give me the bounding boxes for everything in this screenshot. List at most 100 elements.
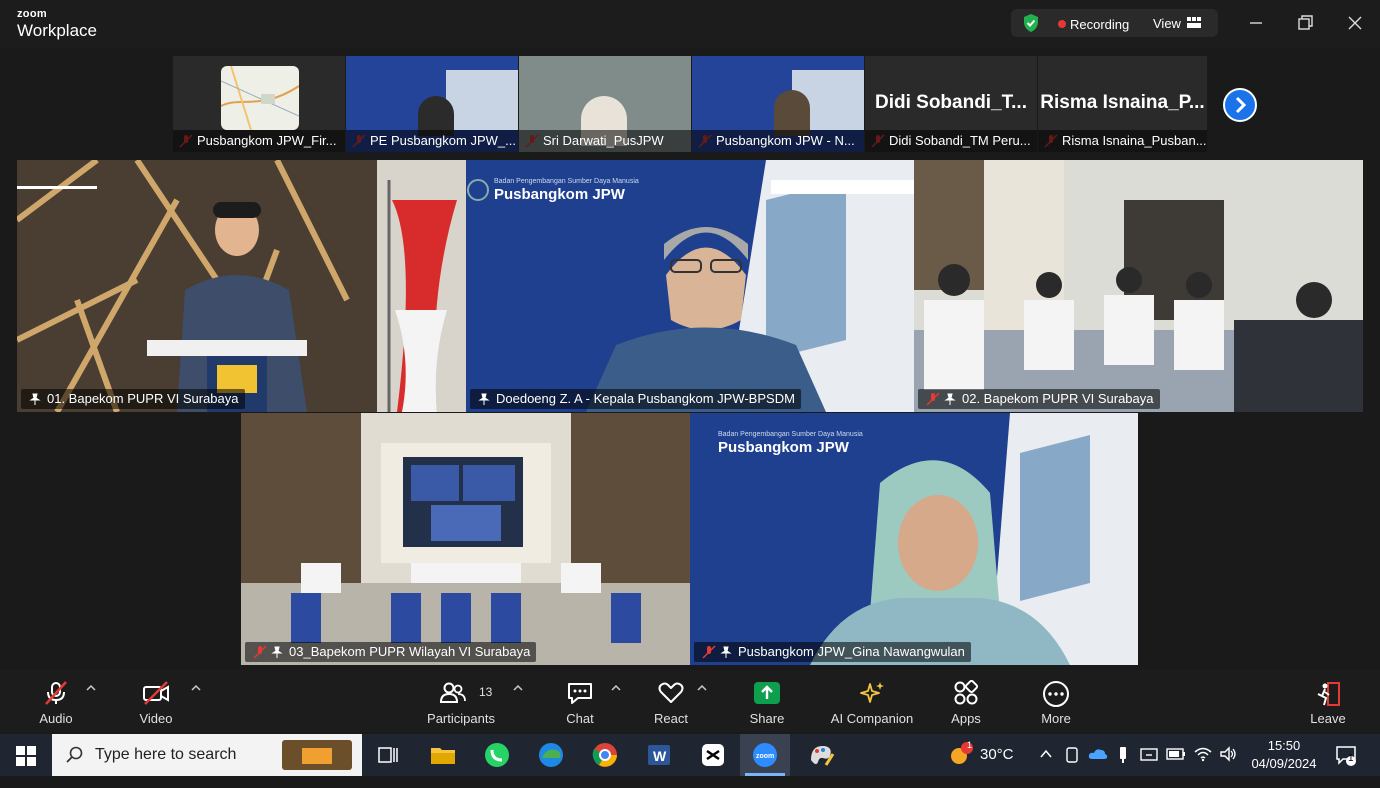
paint-icon[interactable] [806, 740, 836, 770]
wall-pattern [17, 160, 466, 412]
chat-icon [568, 683, 592, 704]
zoom-taskbar-active[interactable]: zoom [740, 734, 790, 776]
participant-name: 03_Bapekom PUPR Wilayah VI Surabaya [289, 644, 531, 659]
participant-name: Pusbangkom JPW_Gina Nawangwulan [738, 644, 965, 659]
task-view-icon[interactable] [373, 740, 403, 770]
video-tile-active-speaker[interactable]: 01. Bapekom PUPR VI Surabaya [17, 160, 466, 412]
capcut-icon[interactable] [698, 740, 728, 770]
chat-options-chevron-icon[interactable] [611, 684, 621, 692]
taskbar-search-box[interactable]: Type here to search [52, 734, 362, 776]
next-page-button[interactable] [1223, 88, 1257, 122]
react-options-chevron-icon[interactable] [697, 684, 707, 692]
windows-start-icon[interactable] [16, 746, 36, 766]
chat-button[interactable]: Chat [550, 670, 610, 732]
thumbnail-tile[interactable]: Pusbangkom JPW_Fir... [173, 56, 345, 152]
recording-dot-icon [1058, 20, 1066, 28]
apps-icon [954, 680, 979, 705]
chevron-right-icon [1235, 96, 1247, 114]
whatsapp-icon[interactable] [482, 740, 512, 770]
thumbnail-strip: Pusbangkom JPW_Fir... PE Pusbangkom JPW_… [173, 56, 1207, 152]
muted-mic-icon [45, 681, 67, 705]
slide-title: Pusbangkom JPW [494, 186, 625, 203]
wifi-icon[interactable] [1194, 746, 1212, 762]
recording-view-pill: Recording View [1011, 9, 1218, 37]
taskbar-clock[interactable]: 15:50 04/09/2024 [1244, 737, 1324, 773]
tray-display-icon[interactable] [1140, 747, 1158, 763]
word-icon[interactable]: W [644, 740, 674, 770]
participant-name: Pusbangkom JPW_Fir... [173, 130, 345, 152]
hall-scene [241, 413, 690, 665]
more-label: More [1041, 711, 1071, 726]
edge-icon[interactable] [536, 740, 566, 770]
video-button[interactable]: Video [126, 670, 186, 732]
brand-top: zoom [17, 8, 47, 20]
video-options-chevron-icon[interactable] [191, 684, 201, 692]
map-avatar [220, 65, 300, 131]
leave-label: Leave [1310, 711, 1346, 726]
ai-companion-label: AI Companion [830, 711, 914, 726]
ai-companion-button[interactable]: AI Companion [822, 670, 922, 732]
share-button[interactable]: Share [737, 670, 797, 732]
react-button[interactable]: React [641, 670, 701, 732]
video-tile[interactable]: Badan Pengembangan Sumber Daya Manusia P… [690, 413, 1138, 665]
volume-icon[interactable] [1219, 746, 1237, 762]
pin-icon [271, 646, 283, 658]
audio-options-chevron-icon[interactable] [86, 684, 96, 692]
chrome-icon[interactable] [590, 740, 620, 770]
app-logo: zoom Workplace [17, 8, 97, 40]
thumbnail-tile[interactable]: Sri Darwati_PusJPW [519, 56, 691, 152]
participant-display-name: Didi Sobandi_T... [874, 92, 1027, 113]
onedrive-cloud-icon[interactable] [1088, 747, 1108, 761]
participants-label: Participants [427, 711, 495, 726]
participants-button[interactable]: 13 Participants [421, 670, 501, 732]
audio-button[interactable]: Audio [26, 670, 86, 732]
chat-label: Chat [566, 711, 594, 726]
pin-icon [720, 646, 732, 658]
file-explorer-icon[interactable] [428, 740, 458, 770]
video-tile[interactable]: 02. Bapekom PUPR VI Surabaya [914, 160, 1363, 412]
tray-device-icon[interactable] [1064, 746, 1080, 764]
tray-usb-icon[interactable] [1117, 746, 1129, 764]
slide-subtitle: Badan Pengembangan Sumber Daya Manusia [718, 431, 863, 438]
pin-icon [944, 393, 956, 405]
participant-name: Sri Darwati_PusJPW [519, 130, 691, 152]
battery-icon[interactable] [1166, 748, 1186, 760]
thumbnail-tile[interactable]: Didi Sobandi_T... Didi Sobandi_TM Peru..… [865, 56, 1037, 152]
slide-title: Pusbangkom JPW [718, 439, 849, 456]
recording-label[interactable]: Recording [1070, 17, 1129, 32]
participant-name: 02. Bapekom PUPR VI Surabaya [962, 391, 1154, 406]
participant-name: Didi Sobandi_TM Peru... [865, 130, 1037, 152]
thumbnail-tile[interactable]: Pusbangkom JPW - N... [692, 56, 864, 152]
shield-check-icon[interactable] [1021, 13, 1041, 33]
close-icon[interactable] [1344, 12, 1366, 34]
leave-button[interactable]: Leave [1298, 670, 1358, 732]
weather-temperature[interactable]: 30°C [980, 746, 1014, 788]
notification-count: 1 [1348, 753, 1354, 764]
participant-name: Risma Isnaina_Pusban... [1038, 130, 1207, 152]
zoom-app-icon: zoom [753, 743, 777, 767]
view-button[interactable]: View [1153, 16, 1181, 31]
participants-options-chevron-icon[interactable] [513, 684, 523, 692]
video-tile[interactable]: Badan Pengembangan Sumber Daya Manusia P… [466, 160, 914, 412]
apps-button[interactable]: Apps [936, 670, 996, 732]
thumbnail-tile[interactable]: PE Pusbangkom JPW_... [346, 56, 518, 152]
participant-name: 01. Bapekom PUPR VI Surabaya [47, 391, 239, 406]
restore-icon[interactable] [1294, 12, 1316, 34]
tile-name-label: 03_Bapekom PUPR Wilayah VI Surabaya [245, 642, 537, 662]
tray-chevron-up-icon[interactable] [1039, 748, 1053, 760]
participant-display-name: Risma Isnaina_P... [1040, 92, 1205, 113]
grid-view-icon[interactable] [1187, 17, 1201, 28]
leave-door-icon [1317, 682, 1340, 706]
muted-mic-icon [926, 392, 940, 406]
minimize-icon[interactable] [1245, 12, 1267, 34]
more-button[interactable]: More [1026, 670, 1086, 732]
pin-icon [478, 393, 490, 405]
clock-time: 15:50 [1267, 738, 1301, 753]
svg-text:zoom: zoom [756, 753, 774, 760]
search-icon [66, 746, 83, 763]
video-tile[interactable]: 03_Bapekom PUPR Wilayah VI Surabaya [241, 413, 690, 665]
thumbnail-tile[interactable]: Risma Isnaina_P... Risma Isnaina_Pusban.… [1038, 56, 1207, 152]
tile-name-label: Pusbangkom JPW_Gina Nawangwulan [694, 642, 971, 662]
tile-name-label: 02. Bapekom PUPR VI Surabaya [918, 389, 1160, 409]
classroom-scene [914, 160, 1363, 412]
